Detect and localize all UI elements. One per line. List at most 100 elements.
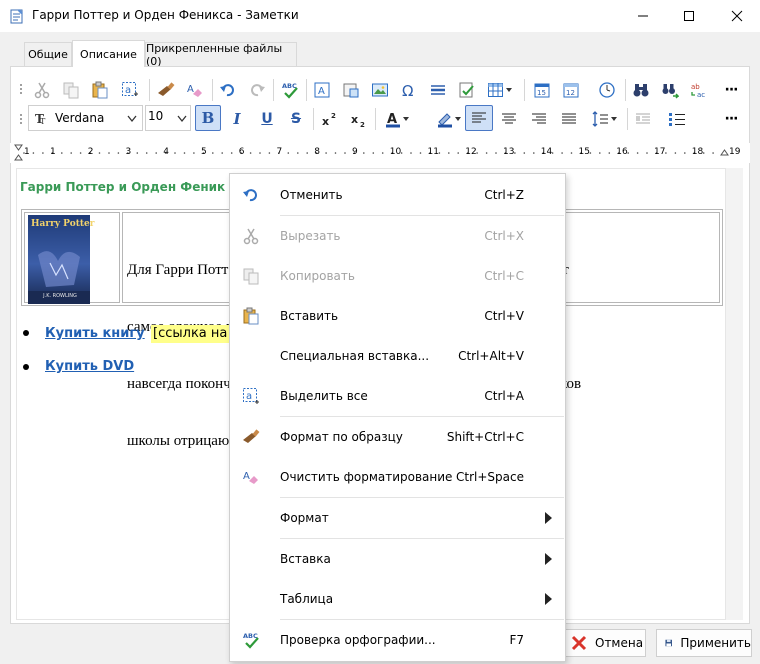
menu-item-cut[interactable]: Вырезать Ctrl+X [230,216,565,256]
horizontal-line-icon [431,85,445,95]
find-button[interactable] [629,78,653,102]
menu-item-format-painter[interactable]: Формат по образцу Shift+Ctrl+C [230,417,565,457]
superscript-button[interactable]: x2 [318,107,342,131]
align-left-button[interactable] [465,105,493,131]
chevron-down-icon [455,117,461,121]
ruler-number: 14 [540,147,553,157]
tab-general[interactable]: Общие [24,42,72,66]
toolbar-overflow-button-2[interactable]: ··· [719,107,743,131]
svg-text:a: a [246,391,252,402]
redo-button[interactable] [245,78,269,102]
menu-item-select-all[interactable]: a Выделить все Ctrl+A [230,376,565,416]
bullet-list-button[interactable] [665,107,689,131]
menu-item-copy[interactable]: Копировать Ctrl+C [230,256,565,296]
toolbar-overflow-button[interactable]: ··· [719,78,743,102]
ruler[interactable]: 1 1 2 3 4 5 6 7 8 9 10 11 12 13 14 15 16 17 18 19 [10,143,750,163]
toolbar-row-2: TT Verdana 10 B I U S x2 x2 A ··· [11,103,751,137]
tab-description[interactable]: Описание [72,40,145,67]
ruler-start-label: 1 [24,147,30,157]
chevron-down-icon [127,115,137,123]
menu-item-clear-formatting[interactable]: A Очистить форматирование Ctrl+Space [230,457,565,497]
calendar-alt-icon: 12 [563,83,579,98]
chevron-down-icon [403,117,409,121]
font-name-value: Verdana [55,111,105,125]
menu-item-insert[interactable]: Вставка [230,539,565,579]
insert-object-button[interactable] [339,78,363,102]
tab-attachments[interactable]: Прикрепленные файлы (0) [145,42,297,68]
menu-item-format[interactable]: Формат [230,498,565,538]
insert-checkbox-button[interactable] [455,78,479,102]
line-spacing-button[interactable] [587,107,623,131]
align-justify-icon [562,113,576,124]
find-next-button[interactable] [658,78,682,102]
ruler-number: 11 [427,147,439,157]
menu-item-undo[interactable]: Отменить Ctrl+Z [230,175,565,215]
select-all-button[interactable]: a [118,78,142,102]
insert-line-button[interactable] [426,78,450,102]
format-painter-button[interactable] [154,78,178,102]
strikethrough-button[interactable]: S [284,107,308,131]
buy-book-link[interactable]: Купить книгу [45,326,145,341]
align-center-button[interactable] [497,107,521,131]
checklist-icon [459,82,474,98]
vertical-scrollbar[interactable] [726,168,743,620]
font-name-combo[interactable]: TT Verdana [28,105,143,131]
close-button[interactable] [714,0,760,32]
maximize-button[interactable] [666,0,712,32]
ruler-number: 18 [691,147,704,157]
svg-text:ABC: ABC [282,82,297,90]
toolbar-grip[interactable] [19,113,23,125]
copy-button[interactable] [59,78,83,102]
svg-text:Ω: Ω [402,82,413,99]
replace-button[interactable]: ab ac [687,78,711,102]
insert-time-button[interactable] [595,78,619,102]
subscript-button[interactable]: x2 [347,107,371,131]
apply-button[interactable]: Применить [656,629,752,657]
align-justify-button[interactable] [557,107,581,131]
ruler-number: 13 [503,147,515,157]
cancel-x-icon [571,635,587,651]
cancel-button[interactable]: Отмена [562,629,646,657]
binoculars-icon [633,84,649,97]
underline-button[interactable]: U [255,107,279,131]
insert-symbol-button[interactable]: Ω [397,78,421,102]
svg-text:x: x [322,115,329,128]
insert-image-button[interactable] [368,78,392,102]
insert-date-time-button[interactable]: 12 [559,78,583,102]
italic-button[interactable]: I [225,107,249,131]
undo-button[interactable] [216,78,240,102]
highlight-color-button[interactable] [429,107,469,131]
align-left-icon [472,112,486,123]
insert-date-button[interactable]: 15 [530,78,554,102]
clear-format-button[interactable]: A [183,78,207,102]
toolbar-grip[interactable] [19,83,23,95]
ruler-number: 12 [465,147,477,157]
ruler-number: 9 [352,147,358,157]
buy-dvd-link[interactable]: Купить DVD [45,359,134,374]
ruler-number: 5 [201,147,207,157]
minimize-button[interactable] [620,0,666,32]
paste-icon [92,81,108,99]
menu-item-paste[interactable]: Вставить Ctrl+V [230,296,565,336]
paste-button[interactable] [88,78,112,102]
ruler-number: 4 [163,147,169,157]
notes-window: Гарри Поттер и Орден Феникса - Заметки О… [0,0,760,664]
redo-icon [251,84,265,97]
font-color-button[interactable]: A [379,107,415,131]
cut-button[interactable] [30,78,54,102]
menu-item-spellcheck[interactable]: ABC Проверка орфографии... F7 [230,620,565,660]
align-right-icon [532,113,546,124]
insert-table-button[interactable] [484,78,516,102]
indent-button[interactable] [631,107,655,131]
svg-text:15: 15 [537,89,546,97]
font-size-combo[interactable]: 10 [145,105,191,131]
indent-icon [636,113,650,124]
spellcheck-button[interactable]: ABC [278,78,302,102]
menu-item-table[interactable]: Таблица [230,579,565,619]
align-right-button[interactable] [527,107,551,131]
svg-text:ABC: ABC [243,632,258,640]
insert-textbox-button[interactable]: A [310,78,334,102]
bold-button[interactable]: B [195,105,221,131]
menu-item-paste-special[interactable]: Специальная вставка... Ctrl+Alt+V [230,336,565,376]
ruler-number: 7 [276,147,283,157]
